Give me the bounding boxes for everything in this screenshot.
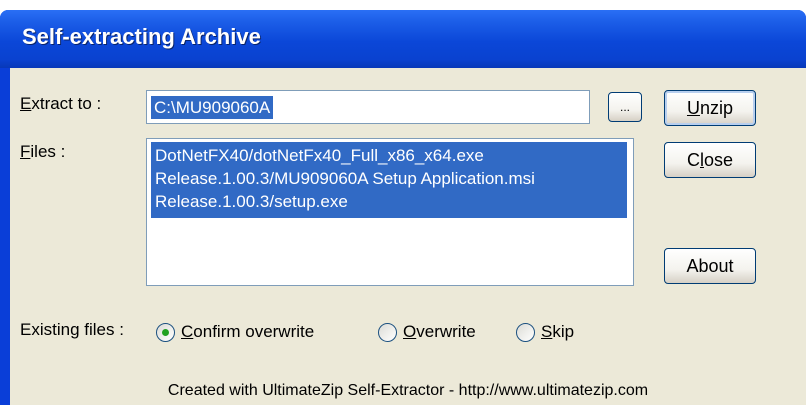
close-pre: C [686,149,700,170]
unzip-rest: nzip [699,97,734,118]
extract-to-label: Extract to : [20,94,101,114]
files-label-accel: F [20,142,31,161]
radio-confirm-overwrite[interactable]: Confirm overwrite [156,320,314,344]
extract-to-label-accel: E [20,94,32,113]
radio-label-rest: verwrite [416,322,476,341]
file-item[interactable]: Release.1.00.3/MU909060A Setup Applicati… [155,167,535,190]
about-button[interactable]: About [664,248,756,284]
radio-label: Confirm overwrite [181,322,314,342]
close-button-label: Close [687,150,733,171]
dialog-client-area: Extract to : C:\MU909060A ... Unzip File… [10,68,806,405]
radio-accel: S [541,322,553,341]
radio-skip[interactable]: Skip [516,320,574,344]
footer-credit: Created with UltimateZip Self-Extractor … [167,382,649,399]
files-listbox[interactable]: DotNetFX40/dotNetFx40_Full_x86_x64.exe R… [146,138,634,286]
browse-button-label: ... [619,100,630,114]
extract-path-input[interactable]: C:\MU909060A [146,90,590,124]
radio-overwrite[interactable]: Overwrite [378,320,476,344]
radio-selected-dot [162,328,169,336]
about-button-label: About [686,255,734,276]
radio-label: Skip [541,322,574,342]
radio-accel: C [181,322,194,341]
unzip-button[interactable]: Unzip [664,90,756,126]
radio-button-icon [378,322,397,342]
files-label-rest: iles : [30,142,66,161]
radio-label-rest: kip [552,322,575,341]
window-title: Self-extracting Archive [22,24,261,49]
browse-button[interactable]: ... [608,92,642,122]
dialog-window: Self-extracting Archive Extract to : C:\… [0,10,806,405]
radio-button-icon [516,322,535,342]
close-rest: ose [703,149,734,170]
files-label: Files : [20,142,65,162]
unzip-accel: U [686,97,700,118]
radio-accel: O [403,322,417,341]
extract-to-label-rest: xtract to : [31,94,102,113]
extract-path-value: C:\MU909060A [151,96,274,119]
file-item[interactable]: DotNetFX40/dotNetFx40_Full_x86_x64.exe [155,144,484,167]
unzip-button-label: Unzip [687,98,733,119]
radio-button-icon [156,322,175,342]
radio-label-rest: onfirm overwrite [193,322,315,341]
close-button[interactable]: Close [664,142,756,178]
title-bar[interactable]: Self-extracting Archive [0,10,806,68]
file-item[interactable]: Release.1.00.3/setup.exe [155,190,348,213]
existing-files-label: Existing files : [20,320,124,339]
radio-label: Overwrite [403,322,476,342]
